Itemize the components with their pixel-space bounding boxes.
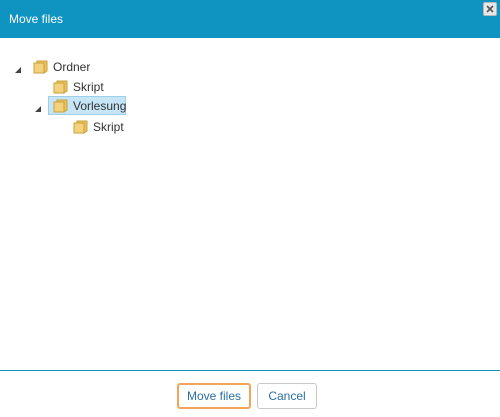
folder-icon xyxy=(33,60,49,74)
tree-node-label: Vorlesung xyxy=(73,99,127,113)
dialog-titlebar: Move files xyxy=(0,0,500,38)
move-files-button[interactable]: Move files xyxy=(177,383,251,409)
cancel-button[interactable]: Cancel xyxy=(257,383,317,409)
close-icon xyxy=(486,5,494,13)
tree-node-vorlesung-skript[interactable]: Skript xyxy=(73,118,124,136)
tree-node-ordner[interactable]: Ordner xyxy=(33,58,90,76)
tree-node-label: Skript xyxy=(73,80,104,94)
dialog-title: Move files xyxy=(9,12,64,26)
tree-node-label: Ordner xyxy=(53,60,91,74)
collapse-toggle-icon[interactable] xyxy=(14,63,22,73)
tree-node-vorlesung[interactable]: Vorlesung xyxy=(53,97,126,115)
folder-icon xyxy=(53,99,69,113)
folder-icon xyxy=(73,120,89,134)
tree-node-skript[interactable]: Skript xyxy=(53,78,104,96)
folder-icon xyxy=(53,80,69,94)
folder-tree: Ordner Skript Vorlesung Skript xyxy=(0,38,500,370)
collapse-toggle-icon[interactable] xyxy=(34,102,42,112)
tree-node-label: Skript xyxy=(93,120,124,134)
dialog-footer: Move files Cancel xyxy=(0,370,500,417)
close-button[interactable] xyxy=(483,2,497,16)
